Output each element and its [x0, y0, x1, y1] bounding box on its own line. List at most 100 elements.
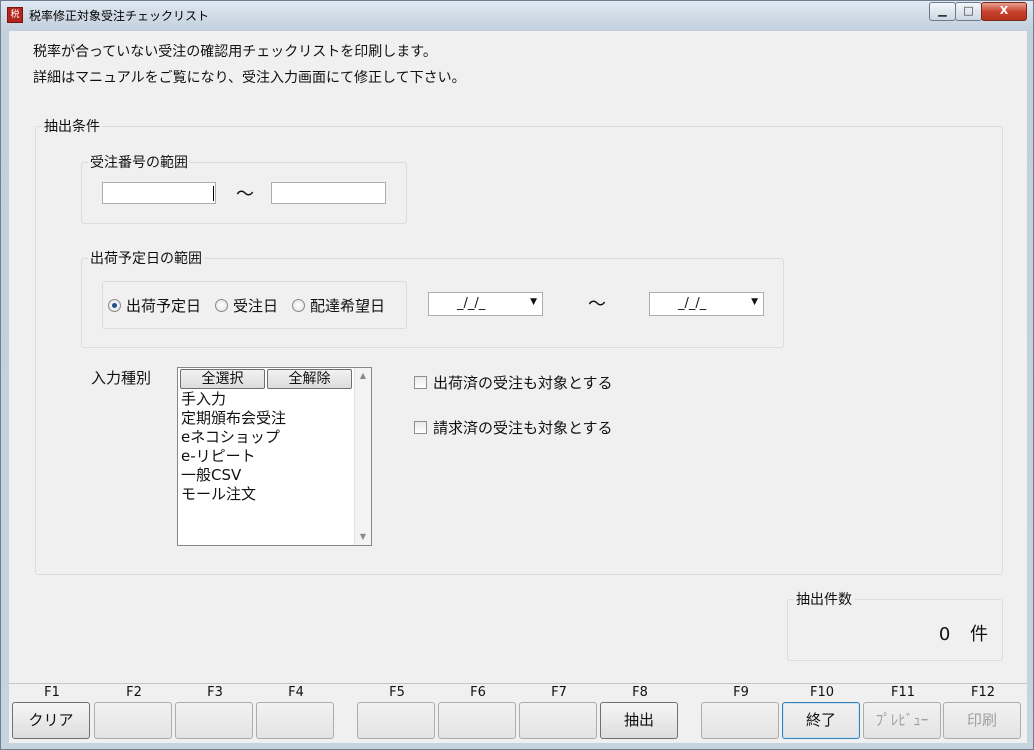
fkey-f12: F12 印刷: [943, 684, 1023, 739]
checkbox-unchecked-icon: [414, 376, 427, 389]
f4-button[interactable]: [256, 702, 334, 739]
listbox-scrollbar[interactable]: ▲ ▼: [354, 368, 371, 545]
window-controls: ▁ □ X: [929, 2, 1027, 21]
list-item[interactable]: 定期頒布会受注: [181, 409, 286, 428]
fkey-label: F12: [970, 685, 996, 700]
deselect-all-button[interactable]: 全解除: [267, 369, 352, 389]
radio-order-date[interactable]: 受注日: [215, 295, 278, 316]
fkey-f8: F8 抽出: [600, 684, 680, 739]
extract-count-value: 0 件: [939, 620, 988, 646]
extract-count-group: 抽出件数 0 件: [787, 589, 1003, 661]
fkey-label: F10: [809, 685, 835, 700]
date-to-value: _/_/_: [678, 296, 707, 311]
radio-delivery-date-label: 配達希望日: [310, 297, 386, 315]
text-caret: [213, 186, 214, 201]
ship-date-range-label: 出荷予定日の範囲: [88, 248, 204, 268]
radio-unchecked-icon: [215, 299, 229, 312]
count-unit: 件: [970, 624, 988, 645]
input-type-items: 手入力 定期頒布会受注 eネコショップ e-リピート 一般CSV モール注文: [181, 390, 286, 504]
fkey-label: F6: [470, 685, 486, 700]
f3-button[interactable]: [175, 702, 253, 739]
fkey-f5: F5: [357, 684, 437, 739]
chevron-down-icon[interactable]: ▼: [751, 297, 758, 307]
fkey-f9: F9: [701, 684, 781, 739]
fkey-f11: F11 ﾌﾟﾚﾋﾞｭｰ: [863, 684, 943, 739]
date-range-separator: ～: [588, 294, 606, 315]
app-icon[interactable]: 税: [7, 7, 23, 23]
checkbox-unchecked-icon: [414, 421, 427, 434]
date-from-value: _/_/_: [457, 296, 486, 311]
include-shipped-label: 出荷済の受注も対象とする: [433, 374, 613, 392]
fkey-label: F5: [389, 685, 405, 700]
input-type-listbox[interactable]: 全選択 全解除 手入力 定期頒布会受注 eネコショップ e-リピート 一般CSV…: [177, 367, 372, 546]
print-button[interactable]: 印刷: [943, 702, 1021, 739]
fkey-f4: F4: [256, 684, 336, 739]
fkey-f1: F1 クリア: [12, 684, 92, 739]
fkey-label: F4: [288, 685, 304, 700]
count-number: 0: [938, 624, 951, 645]
window-title: 税率修正対象受注チェックリスト: [29, 9, 210, 23]
radio-ship-date-label: 出荷予定日: [126, 297, 202, 315]
radio-checked-icon: [108, 299, 121, 312]
fkey-f7: F7: [519, 684, 599, 739]
minimize-button[interactable]: ▁: [929, 2, 956, 21]
clear-button[interactable]: クリア: [12, 702, 90, 739]
select-all-button[interactable]: 全選択: [180, 369, 265, 389]
include-billed-checkbox[interactable]: 請求済の受注も対象とする: [414, 417, 613, 438]
date-to-picker[interactable]: _/_/_ ▼: [649, 292, 764, 316]
f7-button[interactable]: [519, 702, 597, 739]
minimize-icon: ▁: [938, 4, 947, 17]
fkey-label: F7: [551, 685, 567, 700]
list-item[interactable]: 一般CSV: [181, 466, 286, 485]
extract-conditions-label: 抽出条件: [42, 116, 102, 136]
chevron-down-icon[interactable]: ▼: [530, 297, 537, 307]
list-item[interactable]: e-リピート: [181, 447, 286, 466]
fkey-f3: F3: [175, 684, 255, 739]
function-key-bar: F1 クリア F2 F3 F4 F5 F6 F7 F8 抽出 F9 F10 終了…: [9, 683, 1027, 743]
radio-ship-date[interactable]: 出荷予定日: [108, 295, 201, 316]
f2-button[interactable]: [94, 702, 172, 739]
fkey-label: F9: [733, 685, 749, 700]
description-line-1: 税率が合っていない受注の確認用チェックリストを印刷します。: [33, 44, 437, 60]
exit-button[interactable]: 終了: [782, 702, 860, 739]
fkey-label: F3: [207, 685, 223, 700]
f5-button[interactable]: [357, 702, 435, 739]
radio-delivery-date[interactable]: 配達希望日: [292, 295, 385, 316]
list-item[interactable]: eネコショップ: [181, 428, 286, 447]
scroll-down-icon[interactable]: ▼: [355, 529, 371, 545]
list-item[interactable]: モール注文: [181, 485, 286, 504]
maximize-button[interactable]: □: [955, 2, 982, 21]
fkey-label: F1: [44, 685, 60, 700]
radio-order-date-label: 受注日: [233, 297, 279, 315]
extract-count-label: 抽出件数: [794, 589, 854, 609]
order-number-range-label: 受注番号の範囲: [88, 152, 190, 172]
preview-button[interactable]: ﾌﾟﾚﾋﾞｭｰ: [863, 702, 941, 739]
extract-conditions-group: 抽出条件 受注番号の範囲 ～ 出荷予定日の範囲 出荷予定日 受注日 配達希望日 …: [35, 116, 1003, 575]
date-type-radio-group: 出荷予定日 受注日 配達希望日: [102, 281, 407, 329]
include-shipped-checkbox[interactable]: 出荷済の受注も対象とする: [414, 372, 613, 393]
fkey-label: F11: [890, 685, 916, 700]
fkey-label: F8: [632, 685, 648, 700]
radio-unchecked-icon: [292, 299, 306, 312]
f6-button[interactable]: [438, 702, 516, 739]
client-area: 税率が合っていない受注の確認用チェックリストを印刷します。 詳細はマニュアルをご…: [9, 31, 1027, 743]
close-button[interactable]: X: [981, 2, 1027, 21]
f9-button[interactable]: [701, 702, 779, 739]
app-window: 税 税率修正対象受注チェックリスト ▁ □ X 税率が合っていない受注の確認用チ…: [0, 0, 1034, 750]
ship-date-range-group: 出荷予定日の範囲 出荷予定日 受注日 配達希望日 _/_/_ ▼ ～ _/_/_…: [81, 248, 784, 348]
fkey-f6: F6: [438, 684, 518, 739]
maximize-icon: □: [963, 4, 974, 17]
order-number-range-group: 受注番号の範囲 ～: [81, 152, 407, 224]
order-number-from-input[interactable]: [102, 182, 216, 204]
date-from-picker[interactable]: _/_/_ ▼: [428, 292, 543, 316]
fkey-label: F2: [126, 685, 142, 700]
include-billed-label: 請求済の受注も対象とする: [433, 419, 613, 437]
scroll-up-icon[interactable]: ▲: [355, 368, 371, 384]
input-type-label: 入力種別: [91, 369, 152, 387]
title-bar[interactable]: 税 税率修正対象受注チェックリスト ▁ □ X: [1, 1, 1033, 29]
fkey-f2: F2: [94, 684, 174, 739]
list-item[interactable]: 手入力: [181, 390, 286, 409]
extract-button[interactable]: 抽出: [600, 702, 678, 739]
order-number-to-input[interactable]: [271, 182, 386, 204]
date-type-options: 出荷予定日 受注日 配達希望日: [108, 295, 399, 316]
